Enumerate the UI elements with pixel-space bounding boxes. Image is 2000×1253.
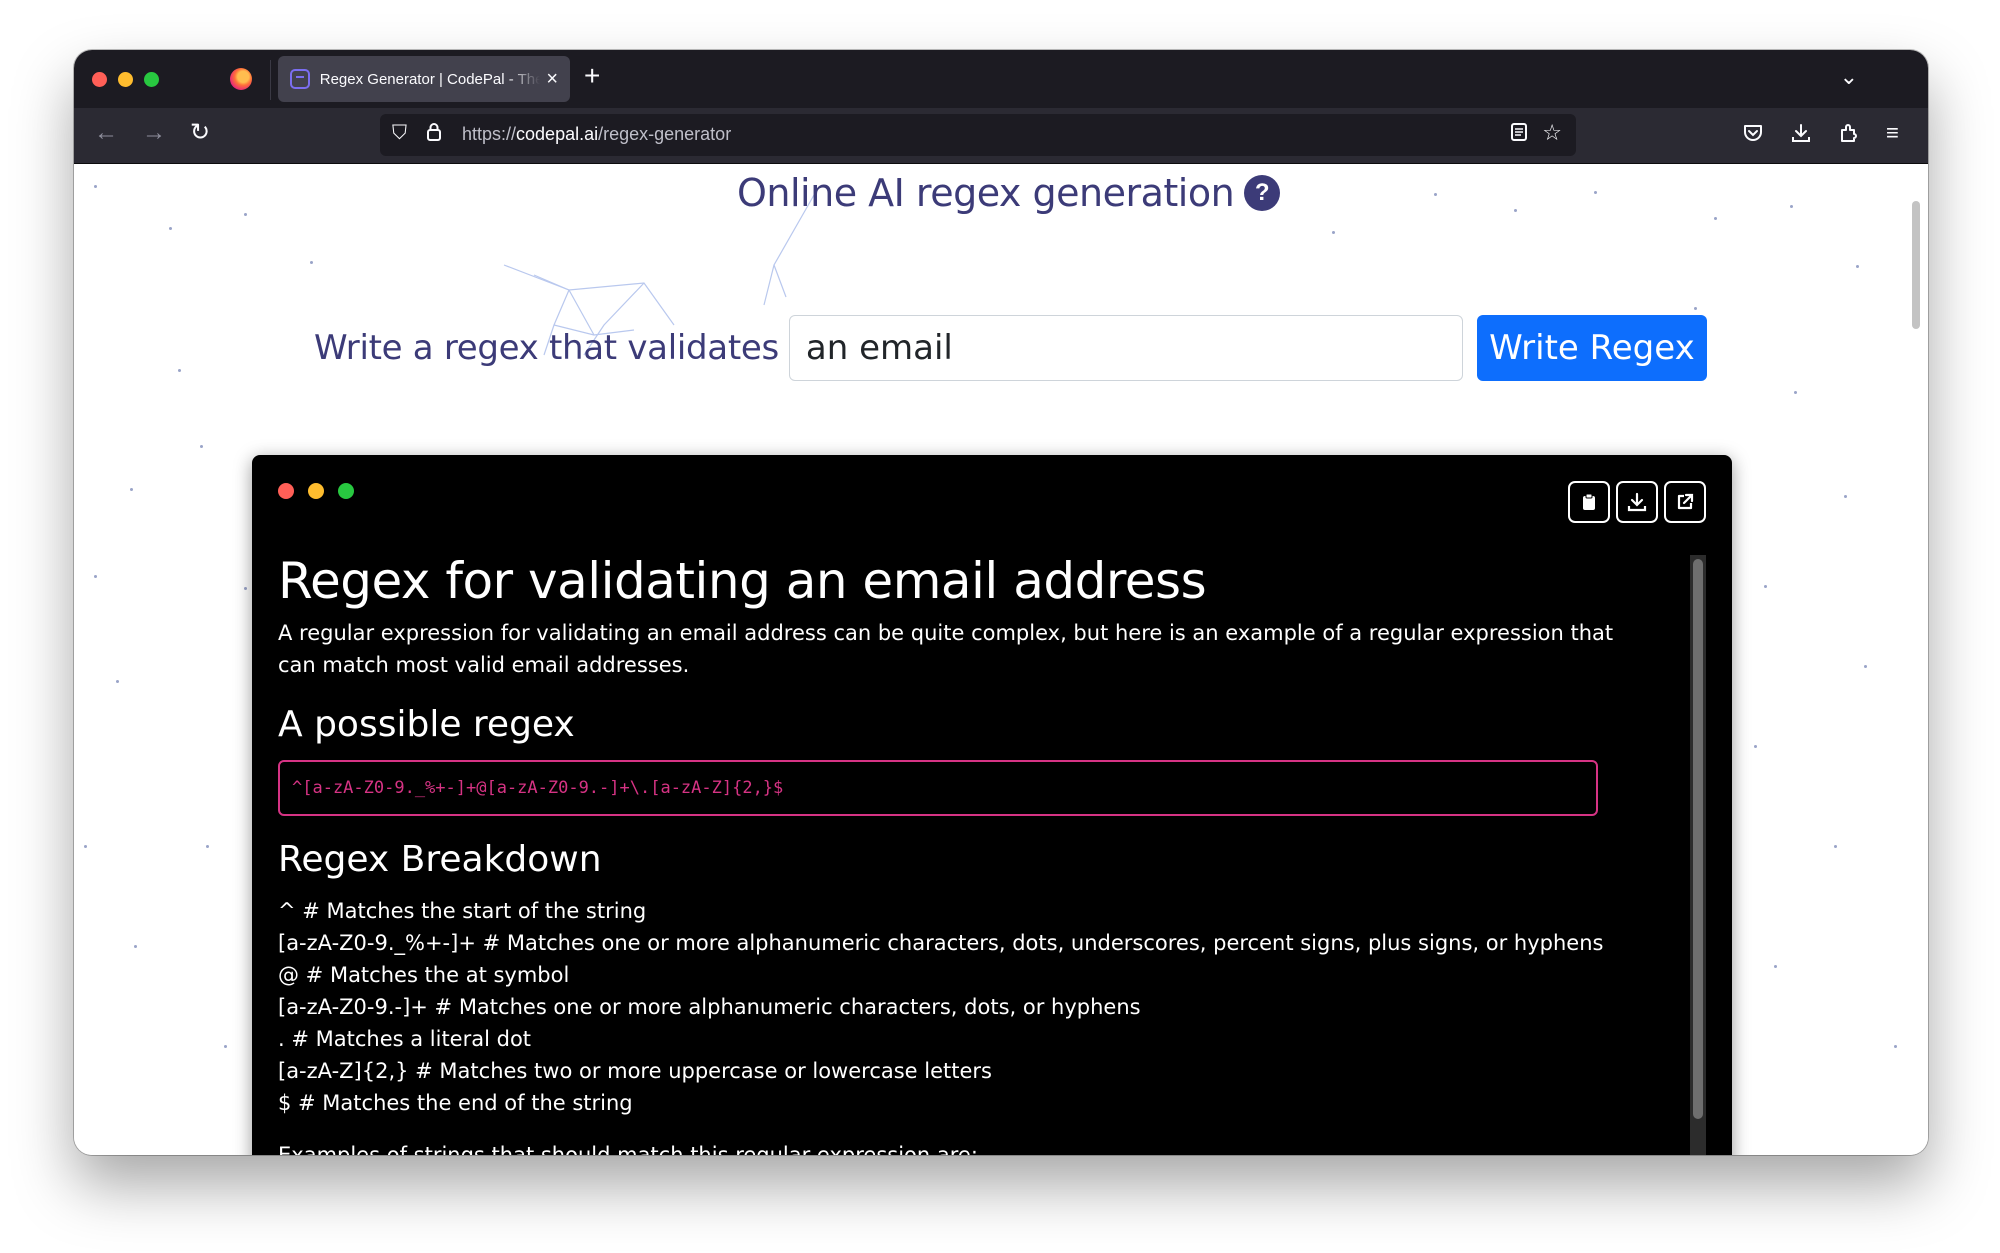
prompt-input[interactable]: an email: [788, 315, 1463, 381]
background-dot: [116, 680, 119, 683]
url-scheme: https://: [462, 124, 517, 144]
page-title: Online AI regex generation ?: [737, 171, 1281, 215]
background-dot: [244, 587, 247, 590]
background-dot: [130, 488, 133, 491]
clipboard-icon: [1583, 493, 1595, 510]
background-dot: [1864, 665, 1867, 668]
breakdown-line: [a-zA-Z]{2,} # Matches two or more upper…: [278, 1059, 992, 1084]
background-dot: [1694, 307, 1697, 310]
background-dot: [1894, 1045, 1897, 1048]
page-viewport: Online AI regex generation ? Write a reg…: [74, 165, 1928, 1155]
background-dot: [94, 185, 97, 188]
breakdown-line: [a-zA-Z0-9.-]+ # Matches one or more alp…: [278, 995, 1141, 1020]
reader-view-icon[interactable]: [1510, 122, 1528, 148]
result-actions: [1568, 481, 1706, 523]
background-dot: [94, 575, 97, 578]
breakdown-line: $ # Matches the end of the string: [278, 1091, 633, 1116]
background-dot: [1514, 209, 1517, 212]
background-dot: [1774, 965, 1777, 968]
background-dot: [1764, 585, 1767, 588]
background-dot: [1794, 391, 1797, 394]
breakdown-line: ^ # Matches the start of the string: [278, 899, 647, 924]
breakdown-line: @ # Matches the at symbol: [278, 963, 570, 988]
regex-heading: A possible regex: [278, 704, 575, 745]
background-dot: [1754, 745, 1757, 748]
background-dot: [1834, 845, 1837, 848]
tab-regex-generator[interactable]: Regex Generator | CodePal - The ×: [278, 56, 570, 102]
breakdown-list: ^ # Matches the start of the string [a-z…: [278, 895, 1658, 1119]
background-dot: [200, 445, 203, 448]
tab-divider: [270, 60, 271, 100]
tab-list-chevron-icon[interactable]: ⌄: [1840, 64, 1858, 90]
open-external-button[interactable]: [1664, 481, 1706, 523]
write-regex-button[interactable]: Write Regex: [1476, 315, 1707, 381]
hamburger-menu-icon[interactable]: ≡: [1886, 122, 1899, 144]
background-dot: [169, 227, 172, 230]
close-tab-icon[interactable]: ×: [546, 69, 558, 89]
background-dot: [206, 845, 209, 848]
copy-clipboard-button[interactable]: [1568, 481, 1610, 523]
background-dot: [1332, 231, 1335, 234]
url-text[interactable]: https://codepal.ai/regex-generator: [462, 124, 731, 145]
new-tab-button[interactable]: +: [584, 62, 600, 90]
page-title-text: Online AI regex generation: [737, 171, 1235, 215]
breakdown-line: [a-zA-Z0-9._%+-]+ # Matches one or more …: [278, 931, 1604, 956]
zoom-window-button[interactable]: [144, 72, 159, 87]
pocket-icon[interactable]: [1742, 122, 1764, 148]
background-dot: [1856, 265, 1859, 268]
url-bar[interactable]: ⛉ https://codepal.ai/regex-generator ☆: [380, 114, 1576, 156]
breakdown-heading: Regex Breakdown: [278, 839, 602, 881]
regex-code-block[interactable]: ^[a-zA-Z0-9._%+-]+@[a-zA-Z0-9.-]+\.[a-zA…: [278, 760, 1598, 817]
result-heading: Regex for validating an email address: [278, 552, 1207, 610]
close-window-button[interactable]: [92, 72, 107, 87]
panel-green-dot: [338, 483, 354, 499]
prompt-label: Write a regex that validates: [314, 328, 779, 368]
background-dot: [1594, 191, 1597, 194]
examples-intro: Examples of strings that should match th…: [278, 1139, 1658, 1155]
reload-icon[interactable]: ↻: [190, 121, 210, 145]
help-icon[interactable]: ?: [1244, 175, 1281, 211]
background-dot: [134, 945, 137, 948]
extensions-icon[interactable]: [1838, 122, 1860, 148]
back-arrow-icon[interactable]: ←: [94, 121, 118, 145]
codepal-favicon-icon: [290, 69, 310, 89]
background-dot: [224, 1045, 227, 1048]
forward-arrow-icon[interactable]: →: [142, 121, 166, 145]
tab-title: Regex Generator | CodePal - The: [319, 70, 541, 88]
url-domain: codepal.ai: [516, 124, 599, 144]
download-icon: [1627, 492, 1647, 512]
tracking-shield-icon[interactable]: ⛉: [392, 122, 407, 145]
background-dot: [1714, 217, 1717, 220]
background-dot: [1844, 495, 1847, 498]
tab-bar: Regex Generator | CodePal - The × + ⌄: [74, 50, 1928, 108]
nav-toolbar: ← → ↻ ⛉ https://codepal.ai/regex-generat…: [74, 108, 1928, 164]
panel-red-dot: [278, 483, 294, 499]
breakdown-line: . # Matches a literal dot: [278, 1027, 532, 1052]
background-dot: [310, 261, 313, 264]
result-scrollbar-thumb[interactable]: [1693, 559, 1703, 1119]
result-intro: A regular expression for validating an e…: [278, 621, 1614, 677]
bookmark-star-icon[interactable]: ☆: [1542, 120, 1562, 146]
firefox-icon[interactable]: [230, 68, 252, 90]
result-content: Regex for validating an email address A …: [278, 551, 1658, 1155]
downloads-icon[interactable]: [1790, 122, 1812, 148]
background-dot: [178, 369, 181, 372]
external-link-icon: [1677, 493, 1694, 510]
panel-yellow-dot: [308, 483, 324, 499]
prompt-form: Write a regex that validates an email Wr…: [314, 315, 1707, 381]
background-dot: [244, 213, 247, 216]
minimize-window-button[interactable]: [118, 72, 133, 87]
lock-icon[interactable]: [426, 122, 442, 147]
browser-window: Regex Generator | CodePal - The × + ⌄ ← …: [74, 50, 1928, 1155]
url-path: /regex-generator: [598, 124, 732, 144]
page-scrollbar[interactable]: [1912, 201, 1920, 329]
background-dot: [84, 845, 87, 848]
result-panel: Regex for validating an email address A …: [252, 455, 1732, 1155]
background-dot: [1790, 205, 1793, 208]
download-button[interactable]: [1616, 481, 1658, 523]
background-dot: [1434, 193, 1437, 196]
